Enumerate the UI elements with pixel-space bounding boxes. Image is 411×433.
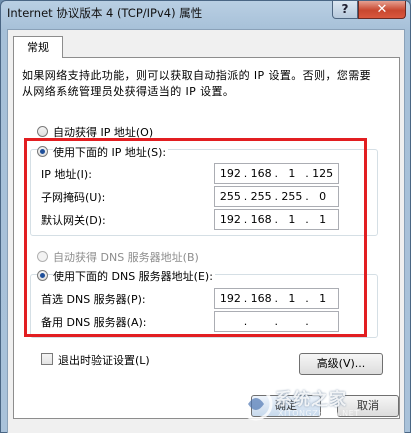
octet: 168 <box>250 167 272 180</box>
manual-dns-radio[interactable] <box>37 270 48 281</box>
manual-dns-label[interactable]: 使用下面的 DNS 服务器地址(E): <box>53 268 215 284</box>
octet: 1 <box>319 292 327 305</box>
subnet-mask-field[interactable]: 255. 255. 255. 0 <box>214 186 339 207</box>
octet: 1 <box>319 213 327 226</box>
ok-button[interactable]: 确定 <box>251 395 321 417</box>
validate-on-exit-checkbox[interactable] <box>41 353 53 365</box>
auto-ip-radio[interactable] <box>37 126 48 137</box>
octet: 1 <box>288 213 296 226</box>
description-text: 如果网络支持此功能，则可以获取自动指派的 IP 设置。否则，您需要从网络系统管理… <box>22 69 372 98</box>
window-title: Internet 协议版本 4 (TCP/IPv4) 属性 <box>7 6 203 20</box>
default-gateway-label: 默认网关(D): <box>41 214 106 227</box>
close-button[interactable]: ✕ <box>358 1 406 19</box>
alternate-dns-label: 备用 DNS 服务器(A): <box>41 316 147 329</box>
dialog-window: Internet 协议版本 4 (TCP/IPv4) 属性 ? ✕ 常规 如果网… <box>0 0 411 433</box>
octet: 255 <box>219 190 241 203</box>
octet: 168 <box>250 292 272 305</box>
auto-dns-radio[interactable] <box>37 251 48 262</box>
octet: 168 <box>250 213 272 226</box>
manual-ip-label[interactable]: 使用下面的 IP 地址(S): <box>53 144 169 160</box>
octet: 192 <box>219 213 241 226</box>
octet: 192 <box>219 292 241 305</box>
manual-ip-radio[interactable] <box>37 146 48 157</box>
octet: 125 <box>312 167 334 180</box>
advanced-button[interactable]: 高级(V)... <box>299 353 383 375</box>
ip-address-field[interactable]: 192. 168. 1. 125 <box>214 163 339 184</box>
dialog-client-area: 常规 如果网络支持此功能，则可以获取自动指派的 IP 设置。否则，您需要从网络系… <box>7 29 405 433</box>
subnet-mask-label: 子网掩码(U): <box>41 191 106 204</box>
octet: 255 <box>250 190 272 203</box>
help-button[interactable]: ? <box>332 1 358 19</box>
title-bar: Internet 协议版本 4 (TCP/IPv4) 属性 <box>7 5 202 21</box>
preferred-dns-field[interactable]: 192. 168. 1. 1 <box>214 288 339 309</box>
octet: 1 <box>288 292 296 305</box>
octet: 0 <box>319 190 327 203</box>
alternate-dns-field[interactable]: . . . <box>214 311 339 332</box>
auto-ip-label[interactable]: 自动获得 IP 地址(O) <box>53 124 153 140</box>
preferred-dns-label: 首选 DNS 服务器(P): <box>41 293 146 306</box>
tab-general[interactable]: 常规 <box>13 36 63 58</box>
octet: 192 <box>219 167 241 180</box>
validate-on-exit-label[interactable]: 退出时验证设置(L) <box>58 352 150 368</box>
default-gateway-field[interactable]: 192. 168. 1. 1 <box>214 209 339 230</box>
auto-dns-label[interactable]: 自动获得 DNS 服务器地址(B) <box>53 249 199 265</box>
octet: 1 <box>288 167 296 180</box>
octet: 255 <box>281 190 303 203</box>
cancel-button[interactable]: 取消 <box>337 395 399 417</box>
ip-address-label: IP 地址(I): <box>41 168 92 181</box>
